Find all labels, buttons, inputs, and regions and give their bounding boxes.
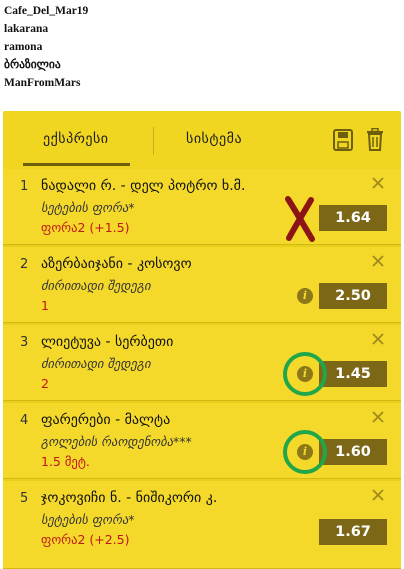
tab-express[interactable]: ექსპრესი	[43, 131, 109, 147]
bet-event: ფარერები - მალტა	[41, 412, 171, 428]
close-icon[interactable]	[371, 488, 385, 502]
bet-pick: ფორა2 (+1.5)	[41, 220, 130, 235]
bet-pick: 1	[41, 298, 49, 313]
user-name[interactable]: ბრაზილია	[4, 56, 204, 74]
odds-value[interactable]: 2.50	[319, 283, 387, 309]
close-icon[interactable]	[371, 332, 385, 346]
active-tab-indicator	[23, 163, 130, 166]
odds-value[interactable]: 1.67	[319, 519, 387, 545]
bet-number: 1	[20, 179, 29, 194]
bet-event: ნადალი რ. - დელ პოტრო ხ.მ.	[41, 178, 246, 194]
bet-event: აზერბაიჯანი - კოსოვო	[41, 256, 192, 272]
bet-pick: 1.5 მეტ.	[41, 454, 90, 469]
tab-divider	[153, 127, 154, 155]
bet-row: 1 ნადალი რ. - დელ პოტრო ხ.მ. სეტების ფორ…	[3, 169, 401, 245]
user-name[interactable]: lakarana	[4, 20, 204, 38]
close-icon[interactable]	[371, 410, 385, 424]
bet-pick: 2	[41, 376, 49, 391]
user-list: Cafe_Del_Mar19 lakarana ramona ბრაზილია …	[4, 2, 204, 92]
green-circle-annotation	[283, 430, 327, 474]
tab-system[interactable]: სისტემა	[186, 131, 242, 147]
user-name[interactable]: ramona	[4, 38, 204, 56]
bet-number: 2	[20, 257, 29, 272]
bet-number: 5	[20, 491, 29, 506]
bet-market: ძირითადი შედეგი	[41, 278, 151, 293]
bet-market: გოლების რაოდენობა***	[41, 434, 192, 449]
bet-row: 2 აზერბაიჯანი - კოსოვო ძირითადი შედეგი 1…	[3, 247, 401, 323]
bet-slip: ექსპრესი სისტემა 1 ნადალი რ. - დელ პოტრო…	[3, 111, 401, 569]
bet-market: სეტების ფორა*	[41, 512, 135, 527]
save-icon[interactable]	[333, 129, 353, 151]
bet-row: 5 ჯოკოვიჩი ნ. - ნიშიკორი კ. სეტების ფორა…	[3, 481, 401, 569]
odds-value[interactable]: 1.64	[319, 205, 387, 231]
bet-market: ძირითადი შედეგი	[41, 356, 151, 371]
user-name[interactable]: Cafe_Del_Mar19	[4, 2, 204, 20]
user-name[interactable]: ManFromMars	[4, 74, 204, 92]
bet-slip-tabs: ექსპრესი სისტემა	[3, 111, 401, 169]
bet-number: 4	[20, 413, 29, 428]
odds-value[interactable]: 1.60	[319, 439, 387, 465]
bet-pick: ფორა2 (+2.5)	[41, 532, 130, 547]
bet-row: 4 ფარერები - მალტა გოლების რაოდენობა*** …	[3, 403, 401, 479]
trash-icon[interactable]	[366, 128, 384, 151]
green-circle-annotation	[283, 352, 327, 396]
close-icon[interactable]	[371, 254, 385, 268]
bet-market: სეტების ფორა*	[41, 200, 135, 215]
info-icon[interactable]: i	[297, 288, 313, 304]
close-icon[interactable]	[371, 176, 385, 190]
bet-event: ლიეტუვა - სერბეთი	[41, 334, 174, 350]
bet-event: ჯოკოვიჩი ნ. - ნიშიკორი კ.	[41, 490, 218, 506]
bet-row: 3 ლიეტუვა - სერბეთი ძირითადი შედეგი 2 i …	[3, 325, 401, 401]
red-x-annotation	[285, 196, 315, 242]
bet-number: 3	[20, 335, 29, 350]
odds-value[interactable]: 1.45	[319, 361, 387, 387]
